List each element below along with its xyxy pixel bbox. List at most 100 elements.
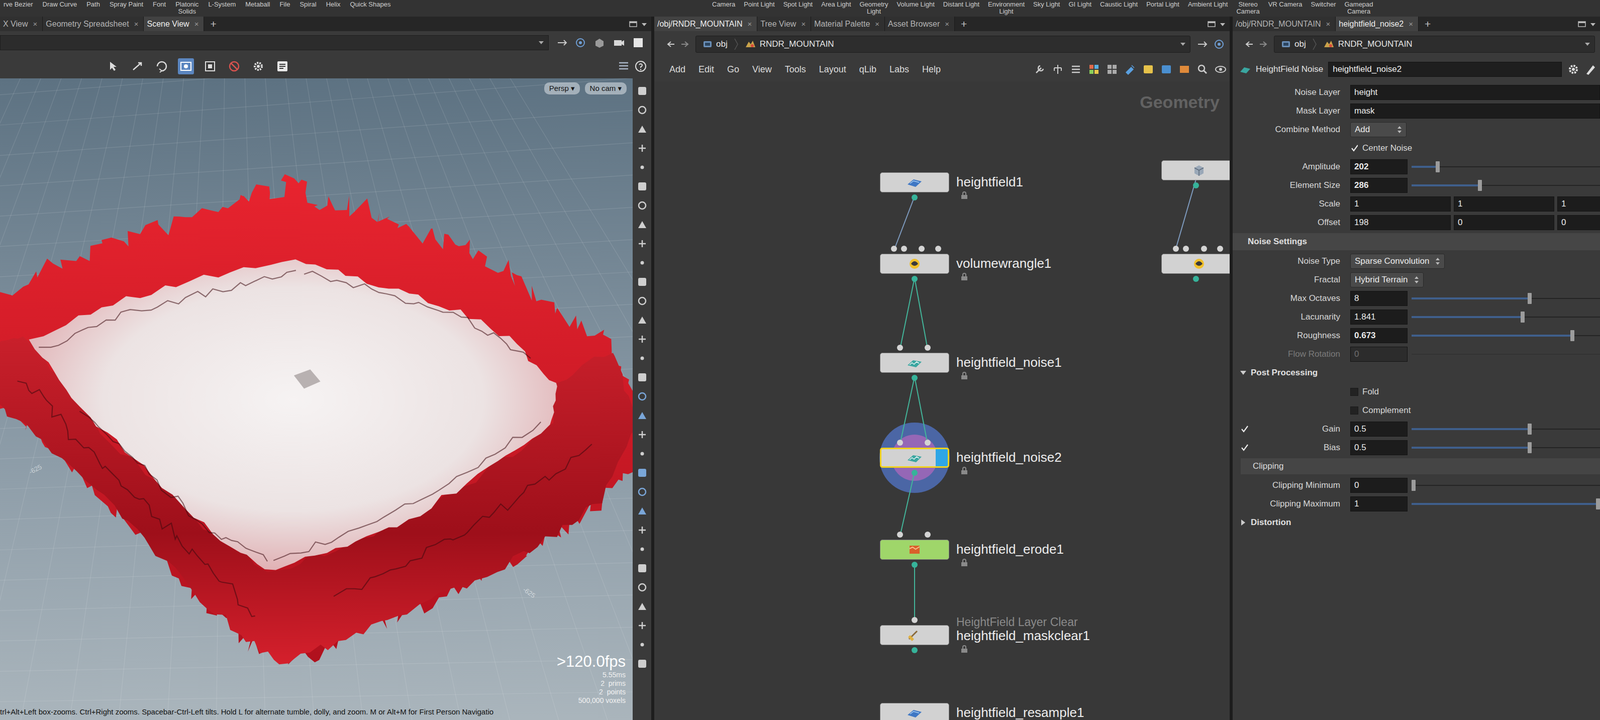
checkbox[interactable]: Complement xyxy=(1350,405,1411,416)
output-port[interactable] xyxy=(911,194,918,201)
viewer-tool-icon[interactable] xyxy=(105,58,122,75)
viewport-tool-icon[interactable] xyxy=(636,238,648,250)
pane-menu-icon[interactable] xyxy=(1589,20,1596,28)
network-tool-icon[interactable] xyxy=(1160,63,1173,76)
viewport-tool-icon[interactable] xyxy=(636,486,648,498)
menu-item[interactable]: Help xyxy=(922,64,941,75)
wire[interactable] xyxy=(914,376,928,445)
network-tool-icon[interactable] xyxy=(1106,63,1119,76)
number-field[interactable]: 0 xyxy=(1350,346,1408,362)
node[interactable] xyxy=(879,253,950,274)
wire[interactable] xyxy=(1175,179,1196,251)
number-field[interactable]: 0.5 xyxy=(1350,440,1408,456)
lock-icon[interactable] xyxy=(960,272,969,281)
input-port[interactable] xyxy=(896,439,904,446)
viewport-tool-icon[interactable] xyxy=(636,333,648,345)
shelf-tool[interactable]: Path xyxy=(84,0,102,10)
output-port[interactable] xyxy=(911,469,918,476)
slider[interactable] xyxy=(1411,311,1600,324)
viewport-tool-icon[interactable] xyxy=(636,180,648,192)
dropdown-arrow-icon[interactable] xyxy=(1179,41,1186,47)
network-canvas[interactable]: Geometry heightfield1 volumewrangle1 hei… xyxy=(654,81,1230,720)
dropdown-arrow-icon[interactable] xyxy=(538,40,545,46)
shelf-tool[interactable]: Portal Light xyxy=(1144,0,1181,10)
tab-close-button[interactable]: × xyxy=(747,19,753,29)
back-arrow-icon[interactable] xyxy=(666,40,676,49)
input-port[interactable] xyxy=(1172,245,1179,252)
tab-close-button[interactable]: × xyxy=(33,19,38,29)
slider-handle[interactable] xyxy=(1570,330,1575,342)
lock-icon[interactable] xyxy=(960,645,969,654)
number-field[interactable]: 0.673 xyxy=(1350,328,1408,344)
shelf-tool[interactable]: Draw Curve xyxy=(41,0,79,10)
back-arrow-icon[interactable] xyxy=(1244,40,1254,49)
tab-close-button[interactable]: × xyxy=(944,19,950,29)
pin-icon[interactable] xyxy=(556,37,568,49)
shelf-tool[interactable]: Metaball xyxy=(243,0,272,10)
vector-component-field[interactable]: 0 xyxy=(1557,215,1600,231)
dropdown-arrow-icon[interactable] xyxy=(1584,41,1591,47)
node[interactable] xyxy=(879,447,950,468)
network-tool-icon[interactable] xyxy=(1124,63,1137,76)
vector-component-field[interactable]: 0 xyxy=(1453,215,1555,231)
network-tool-icon[interactable] xyxy=(1196,63,1209,76)
path-crumb[interactable]: obj xyxy=(1278,39,1310,50)
tab[interactable]: heightfield_noise2 × xyxy=(1335,16,1419,32)
input-port[interactable] xyxy=(901,245,908,252)
viewport-tool-icon[interactable] xyxy=(636,658,648,670)
slider[interactable] xyxy=(1411,160,1600,173)
node[interactable] xyxy=(879,625,950,646)
tab-close-button[interactable]: × xyxy=(801,19,806,29)
object-icon[interactable] xyxy=(593,37,606,49)
viewport-tool-icon[interactable] xyxy=(636,200,648,212)
viewport-tool-icon[interactable] xyxy=(636,467,648,479)
viewport-tool-icon[interactable] xyxy=(636,257,648,269)
number-field[interactable]: 0 xyxy=(1350,477,1408,493)
link-icon[interactable] xyxy=(1213,38,1225,50)
node[interactable] xyxy=(879,352,950,373)
shelf-tool[interactable]: Gamepad Camera xyxy=(1342,0,1375,17)
wire[interactable] xyxy=(893,196,915,251)
pane-menu-icon[interactable] xyxy=(1219,20,1226,28)
viewport-tool-icon[interactable] xyxy=(636,410,648,422)
wire[interactable] xyxy=(914,563,916,622)
node-name[interactable]: heightfield1 xyxy=(956,174,1024,190)
node[interactable] xyxy=(1161,253,1230,274)
shelf-tool[interactable]: Geometry Light xyxy=(858,0,890,17)
shelf-tool[interactable]: Font xyxy=(151,0,168,10)
pane-layout-icon[interactable] xyxy=(629,20,638,28)
shelf-tool[interactable]: Spray Paint xyxy=(108,0,145,10)
viewport-tool-icon[interactable] xyxy=(636,620,648,632)
tab[interactable]: X View × xyxy=(0,16,43,32)
viewport-tool-icon[interactable] xyxy=(636,524,648,536)
input-port[interactable] xyxy=(924,531,931,538)
viewer-tool-icon[interactable] xyxy=(274,58,291,75)
network-tool-icon[interactable] xyxy=(1069,63,1082,76)
menu-field[interactable]: Hybrid Terrain xyxy=(1350,272,1424,288)
number-field[interactable]: 202 xyxy=(1350,159,1408,175)
forward-arrow-icon[interactable] xyxy=(680,40,690,49)
wire[interactable] xyxy=(900,471,915,537)
node-name[interactable]: heightfield_maskclear1 xyxy=(956,628,1090,644)
viewport-tool-icon[interactable] xyxy=(636,601,648,613)
slider-handle[interactable] xyxy=(1527,442,1532,454)
output-port[interactable] xyxy=(911,561,918,568)
text-field[interactable]: mask xyxy=(1350,103,1600,119)
folder-header[interactable]: Post Processing xyxy=(1232,363,1600,383)
tab-close-button[interactable]: × xyxy=(194,19,199,29)
pin-icon[interactable] xyxy=(1196,38,1208,50)
tab-close-button[interactable]: × xyxy=(134,19,139,29)
menu-field[interactable]: Add xyxy=(1350,122,1407,138)
camera-menu[interactable]: No cam ▾ xyxy=(584,82,627,95)
output-port[interactable] xyxy=(911,647,918,654)
input-port[interactable] xyxy=(1182,245,1189,252)
slider[interactable] xyxy=(1411,441,1600,454)
lock-icon[interactable] xyxy=(960,191,969,200)
shelf-tool[interactable]: Spot Light xyxy=(781,0,815,10)
tab[interactable]: /obj/RNDR_MOUNTAIN × xyxy=(654,16,758,32)
viewport-tool-icon[interactable] xyxy=(636,371,648,383)
slider[interactable] xyxy=(1411,348,1600,361)
viewport-tool-icon[interactable] xyxy=(636,562,648,574)
checkbox[interactable]: Center Noise xyxy=(1350,143,1413,154)
shelf-tool[interactable]: Ambient Light xyxy=(1186,0,1230,10)
